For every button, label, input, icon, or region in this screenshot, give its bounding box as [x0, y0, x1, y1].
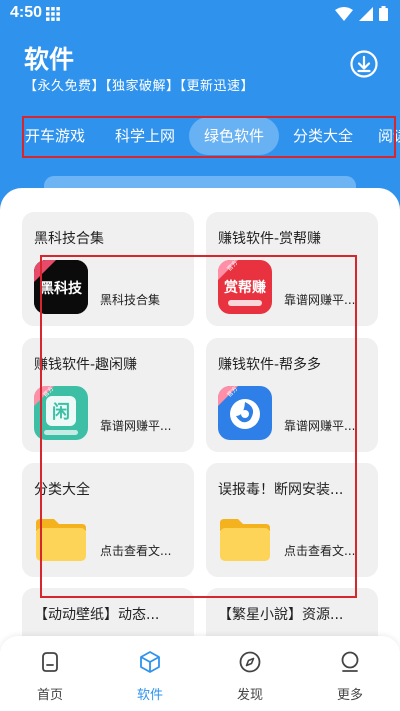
signal-icon [359, 6, 373, 21]
card-title: 【动动壁纸】动态... [34, 607, 160, 623]
card-desc: 靠谱网赚平... [284, 419, 356, 433]
app-grid-icon [46, 7, 60, 21]
tab-1[interactable]: 科学上网 [108, 117, 182, 155]
home-icon [42, 652, 58, 672]
download-icon[interactable] [350, 50, 378, 78]
compass-icon [239, 651, 261, 673]
tab-2-active[interactable]: 绿色软件 [189, 117, 279, 155]
nav-label: 软件 [136, 688, 163, 703]
card-title: 【繁星小說】资源... [218, 607, 344, 623]
app-card[interactable]: 赚钱软件-趣闲赚 官方 闲 靠谱网赚平... [22, 338, 194, 452]
icon-text: 赏帮赚 [224, 279, 266, 296]
nav-home[interactable]: 首页 [0, 636, 100, 711]
status-time: 4:50 [10, 4, 43, 21]
app-card[interactable]: 误报毒！断网安装... 点击查看文... [206, 463, 378, 577]
category-tabs: 开车游戏 科学上网 绿色软件 分类大全 阅读 [0, 113, 400, 159]
tab-3[interactable]: 分类大全 [286, 117, 360, 155]
page-subtitle: 【永久免费】【独家破解】【更新迅速】 [24, 79, 255, 94]
nav-label: 更多 [336, 688, 363, 703]
wifi-icon [335, 6, 353, 21]
folder-icon [34, 511, 88, 565]
content-panel: 黑科技合集 黑科技 黑科技合集 赚钱软件-赏帮赚 官方 赏帮赚 靠谱网赚平...… [0, 188, 400, 711]
icon-text: 闲 [52, 401, 70, 423]
nav-discover[interactable]: 发现 [200, 636, 300, 711]
icon-text: 黑科技 [40, 280, 83, 297]
card-desc: 黑科技合集 [100, 293, 161, 307]
bottom-nav: 首页 软件 发现 更多 [0, 636, 400, 711]
folder-icon [218, 511, 272, 565]
page-title: 软件 [24, 45, 75, 74]
card-title: 黑科技合集 [34, 231, 104, 247]
nav-software[interactable]: 软件 [100, 636, 200, 711]
card-title: 误报毒！断网安装... [218, 482, 344, 498]
card-desc: 靠谱网赚平... [284, 293, 356, 307]
card-title: 分类大全 [34, 482, 90, 498]
app-card[interactable]: 分类大全 点击查看文... [22, 463, 194, 577]
battery-icon [379, 6, 388, 21]
nav-label: 首页 [36, 688, 63, 703]
more-icon [341, 651, 359, 672]
software-icon [140, 651, 160, 673]
nav-label: 发现 [236, 688, 263, 703]
nav-more[interactable]: 更多 [300, 636, 400, 711]
app-card[interactable]: 赚钱软件-赏帮赚 官方 赏帮赚 靠谱网赚平... [206, 212, 378, 326]
status-bar: 4:50 [0, 0, 400, 28]
card-desc: 点击查看文... [284, 544, 356, 558]
card-title: 赚钱软件-趣闲赚 [34, 357, 138, 373]
shangbangzhuan-app-icon: 官方 赏帮赚 [218, 260, 272, 314]
app-card[interactable]: 赚钱软件-帮多多 官方 靠谱网赚平... [206, 338, 378, 452]
tab-0[interactable]: 开车游戏 [18, 117, 92, 155]
card-title: 赚钱软件-赏帮赚 [218, 231, 322, 247]
bangduoduo-app-icon: 官方 [218, 386, 272, 440]
card-desc: 点击查看文... [100, 544, 172, 558]
card-title: 赚钱软件-帮多多 [218, 357, 322, 373]
quxianzhuan-app-icon: 官方 闲 [34, 386, 88, 440]
black-tech-app-icon: 黑科技 [34, 260, 88, 314]
app-card[interactable]: 黑科技合集 黑科技 黑科技合集 [22, 212, 194, 326]
tab-4[interactable]: 阅读 [378, 117, 400, 155]
card-desc: 靠谱网赚平... [100, 419, 172, 433]
